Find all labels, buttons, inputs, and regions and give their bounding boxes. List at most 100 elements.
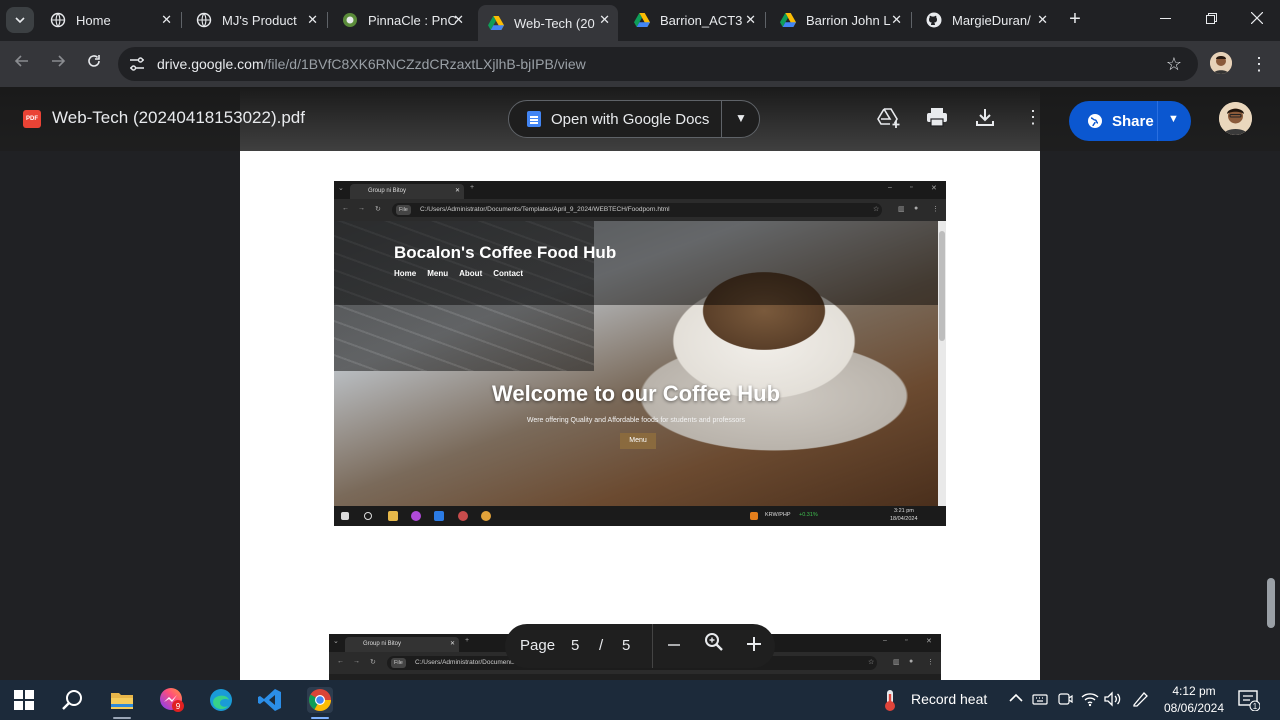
windows-icon xyxy=(341,512,349,520)
notification-icon: 1 xyxy=(1238,690,1261,712)
tab-label: Barrion John L xyxy=(806,12,891,28)
close-icon[interactable]: ✕ xyxy=(745,12,756,28)
pen-icon[interactable] xyxy=(1132,691,1150,710)
more-options-icon[interactable]: ⋮ xyxy=(1020,107,1046,131)
tab-web-tech[interactable]: Web-Tech (20 ✕ xyxy=(478,5,618,41)
close-icon[interactable]: ✕ xyxy=(891,12,902,28)
address-bar[interactable]: drive.google.com/file/d/1BVfC8XK6RNCZzdC… xyxy=(118,47,1198,81)
close-icon[interactable]: ✕ xyxy=(453,12,464,28)
current-page-input[interactable]: 5 xyxy=(571,637,579,654)
drive-icon xyxy=(488,15,504,31)
close-icon[interactable]: ✕ xyxy=(307,12,318,28)
person-icon: ● xyxy=(914,205,919,212)
url-path: /file/d/1BVfC8XK6RNCZzdCRzaxtLXjlhB-bjIP… xyxy=(263,56,586,72)
sidepanel-icon: ▥ xyxy=(898,206,905,213)
caret-down-icon[interactable]: ▼ xyxy=(735,111,747,125)
embedded-clock-date: 18/04/2024 xyxy=(890,516,918,522)
start-button[interactable] xyxy=(11,687,37,713)
profile-avatar[interactable] xyxy=(1210,52,1232,74)
github-icon xyxy=(926,12,942,28)
weather-icon[interactable] xyxy=(881,688,899,715)
wifi-icon[interactable] xyxy=(1081,691,1099,710)
forward-button[interactable] xyxy=(45,51,71,77)
tab-github[interactable]: MargieDuran/ ✕ xyxy=(916,5,1056,35)
chevron-up-icon[interactable] xyxy=(1009,688,1023,711)
minimize-button[interactable] xyxy=(1145,8,1185,32)
url-text[interactable]: drive.google.com/file/d/1BVfC8XK6RNCZzdC… xyxy=(157,56,586,72)
page-separator: / xyxy=(599,637,604,654)
account-avatar[interactable] xyxy=(1219,102,1252,135)
chrome-icon xyxy=(458,511,468,521)
embedded-ticker-change: +0.31% xyxy=(799,512,818,518)
caret-down-icon[interactable]: ▼ xyxy=(1168,113,1179,125)
tab-label: PinnaCle : PnC xyxy=(368,12,457,28)
tab-search-button[interactable] xyxy=(6,7,34,33)
tab-mjs-product[interactable]: MJ's Product ✕ xyxy=(186,5,326,35)
viewer-header: PDF Web-Tech (20240418153022).pdf Open w… xyxy=(0,87,1280,151)
sidepanel-icon: ▥ xyxy=(893,659,900,666)
minus-icon xyxy=(668,644,680,646)
vscode-button[interactable] xyxy=(257,687,283,713)
meet-icon[interactable] xyxy=(1057,691,1073,710)
reload-button[interactable] xyxy=(81,51,107,77)
file-explorer-button[interactable] xyxy=(109,687,135,713)
keyboard-icon[interactable] xyxy=(1032,691,1048,710)
close-icon[interactable]: ✕ xyxy=(161,12,172,28)
embedded-file-chip: File xyxy=(391,658,406,668)
tab-barrion-john[interactable]: Barrion John L ✕ xyxy=(770,5,910,35)
open-with-label: Open with Google Docs xyxy=(551,110,710,128)
site-settings-icon[interactable] xyxy=(128,55,146,73)
menu-icon: ⋮ xyxy=(927,659,934,666)
download-icon[interactable] xyxy=(972,107,998,131)
add-to-drive-icon[interactable] xyxy=(876,107,902,131)
folder-icon xyxy=(111,693,133,709)
tab-pinnacle[interactable]: PinnaCle : PnC ✕ xyxy=(332,5,472,35)
person-icon xyxy=(1210,52,1232,74)
currency-icon xyxy=(750,512,758,520)
open-with-google-docs-button[interactable]: Open with Google Docs ▼ xyxy=(508,100,760,138)
browser-menu-icon[interactable]: ⋮ xyxy=(1250,50,1268,78)
zoom-out-button[interactable] xyxy=(660,632,688,660)
tab-home[interactable]: Home ✕ xyxy=(40,5,180,35)
viewer-scrollbar-thumb[interactable] xyxy=(1267,578,1275,628)
menu-icon: ⋮ xyxy=(932,206,939,213)
notifications-button[interactable]: 1 xyxy=(1238,689,1261,714)
restore-icon: ▫ xyxy=(910,184,913,191)
share-button[interactable]: Share ▼ xyxy=(1069,101,1191,141)
drive-icon xyxy=(634,12,650,28)
edge-button[interactable] xyxy=(208,687,234,713)
embedded-tab: Group ni Bitoy ✕ xyxy=(350,184,464,199)
zoom-fit-button[interactable] xyxy=(700,632,728,660)
arrow-left-icon xyxy=(14,55,28,67)
drive-icon xyxy=(780,12,796,28)
bookmark-star-icon[interactable]: ☆ xyxy=(1166,54,1182,75)
site-hero-tagline: Were offering Quality and Affordable foo… xyxy=(526,417,746,424)
system-clock[interactable]: 4:12 pm 08/06/2024 xyxy=(1158,683,1230,717)
embedded-screenshot: ⌄ Group ni Bitoy ✕ + – ▫ ✕ ← → ↻ File C:… xyxy=(334,181,946,526)
close-window-button[interactable] xyxy=(1237,8,1277,32)
close-icon: ✕ xyxy=(449,641,455,647)
tab-barrion-act3[interactable]: Barrion_ACT3 ✕ xyxy=(624,5,764,35)
close-icon xyxy=(1250,11,1264,25)
messenger-button[interactable]: 9 xyxy=(159,687,185,713)
back-button[interactable] xyxy=(9,51,35,77)
weather-label[interactable]: Record heat xyxy=(911,691,987,707)
reload-icon xyxy=(88,55,100,67)
close-icon[interactable]: ✕ xyxy=(1037,12,1048,28)
tab-strip: Home ✕ MJ's Product ✕ PinnaCle : PnC ✕ W… xyxy=(0,0,1280,41)
page-label: Page xyxy=(520,637,556,654)
new-tab-button[interactable]: + xyxy=(1064,8,1086,32)
volume-icon[interactable] xyxy=(1104,691,1122,710)
arrow-right-icon: → xyxy=(353,658,360,665)
url-host: drive.google.com xyxy=(157,56,264,72)
restore-button[interactable] xyxy=(1191,8,1231,32)
windows-icon xyxy=(14,690,34,710)
chrome-button[interactable] xyxy=(307,687,333,713)
site-nav-contact: Contact xyxy=(493,269,524,278)
print-icon[interactable] xyxy=(924,107,950,131)
tab-divider xyxy=(765,12,766,28)
close-icon[interactable]: ✕ xyxy=(599,12,610,28)
search-button[interactable] xyxy=(59,687,85,713)
zoom-in-button[interactable] xyxy=(740,632,768,660)
messenger-icon: 9 xyxy=(160,688,184,712)
